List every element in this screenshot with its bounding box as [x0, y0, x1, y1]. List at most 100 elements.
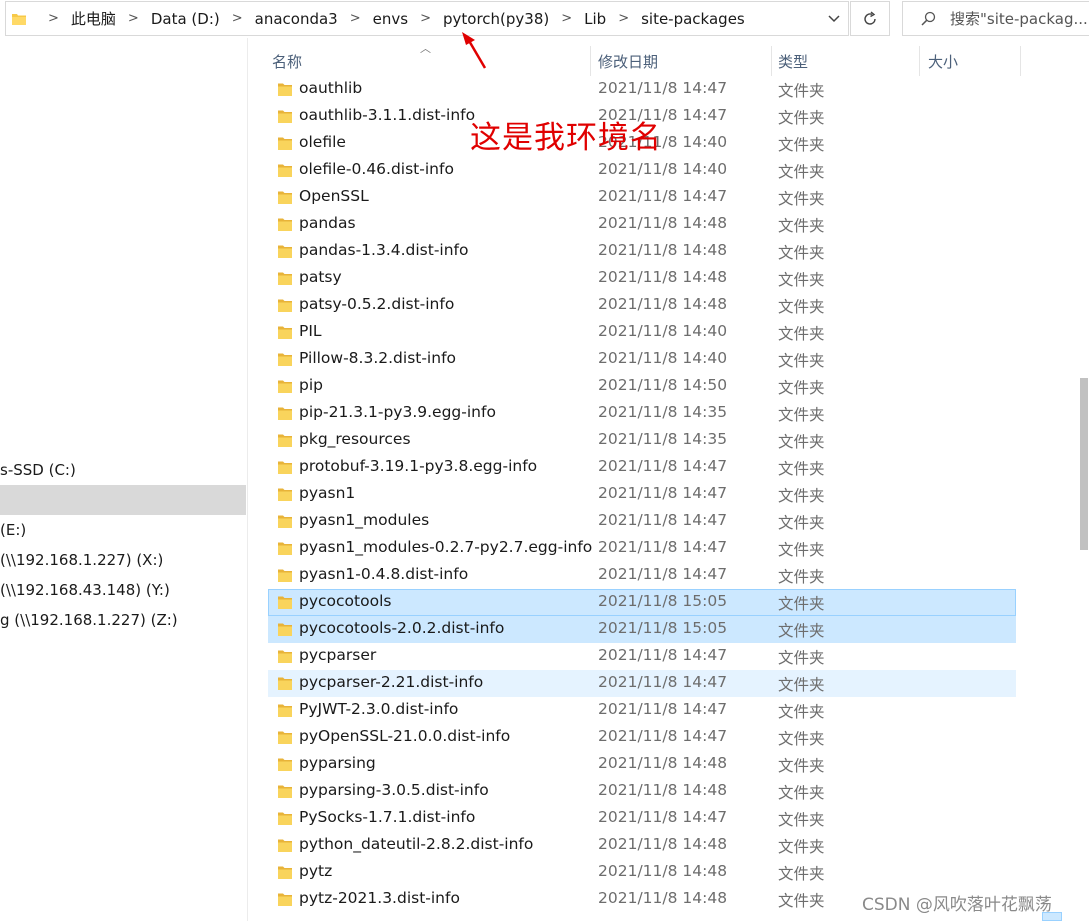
file-row[interactable]: pyOpenSSL-21.0.0.dist-info 2021/11/8 14:4… [268, 724, 1016, 751]
breadcrumb-separator-icon[interactable]: > [350, 11, 361, 26]
file-row[interactable]: OpenSSL 2021/11/8 14:47 文件夹 [268, 184, 1016, 211]
file-row[interactable]: PySocks-1.7.1.dist-info 2021/11/8 14:47 文件… [268, 805, 1016, 832]
breadcrumb-item[interactable]: site-packages [641, 10, 745, 28]
file-name: patsy [299, 268, 342, 286]
breadcrumb-item[interactable]: Data (D:) [151, 10, 220, 28]
file-date: 2021/11/8 14:48 [598, 835, 728, 853]
breadcrumb-item[interactable]: envs [373, 10, 408, 28]
vertical-scrollbar[interactable] [1078, 38, 1089, 921]
file-date: 2021/11/8 14:47 [598, 700, 728, 718]
file-row[interactable]: python_dateutil-2.8.2.dist-info 2021/11/8… [268, 832, 1016, 859]
file-row[interactable]: pycparser 2021/11/8 14:47 文件夹 [268, 643, 1016, 670]
nav-item-drive-z[interactable]: g (\\192.168.1.227) (Z:) [0, 605, 246, 635]
file-name: pyasn1-0.4.8.dist-info [299, 565, 469, 583]
file-date: 2021/11/8 14:47 [598, 727, 728, 745]
file-row[interactable]: pyasn1_modules 2021/11/8 14:47 文件夹 [268, 508, 1016, 535]
refresh-button[interactable] [850, 1, 890, 36]
annotation-text: 这是我环境名 [470, 120, 662, 156]
breadcrumb-item[interactable]: 此电脑 [71, 8, 116, 29]
file-type: 文件夹 [778, 109, 825, 127]
folder-icon [278, 110, 292, 123]
file-row[interactable]: pandas 2021/11/8 14:48 文件夹 [268, 211, 1016, 238]
file-row[interactable]: patsy 2021/11/8 14:48 文件夹 [268, 265, 1016, 292]
file-name: pyOpenSSL-21.0.0.dist-info [299, 727, 511, 745]
nav-item-drive-x[interactable]: (\\192.168.1.227) (X:) [0, 545, 246, 575]
file-row[interactable]: pycocotools 2021/11/8 15:05 文件夹 [268, 589, 1016, 616]
file-date: 2021/11/8 14:40 [598, 160, 728, 178]
breadcrumb-item[interactable]: pytorch(py38) [443, 10, 549, 28]
sort-up-icon: ︿ [420, 42, 431, 55]
file-row[interactable]: oauthlib 2021/11/8 14:47 文件夹 [268, 76, 1016, 103]
file-type: 文件夹 [778, 460, 825, 478]
file-row[interactable]: PyJWT-2.3.0.dist-info 2021/11/8 14:47 文件夹 [268, 697, 1016, 724]
file-type: 文件夹 [778, 703, 825, 721]
file-row[interactable]: pycocotools-2.0.2.dist-info 2021/11/8 15:… [268, 616, 1016, 643]
file-name: olefile [299, 133, 346, 151]
file-date: 2021/11/8 14:48 [598, 214, 728, 232]
file-row[interactable]: PIL 2021/11/8 14:40 文件夹 [268, 319, 1016, 346]
file-date: 2021/11/8 14:40 [598, 322, 728, 340]
file-type: 文件夹 [778, 568, 825, 586]
column-divider[interactable] [919, 46, 920, 76]
file-date: 2021/11/8 15:05 [598, 592, 728, 610]
breadcrumb-separator-icon[interactable]: > [128, 11, 139, 26]
file-row[interactable]: pyparsing-3.0.5.dist-info 2021/11/8 14:48… [268, 778, 1016, 805]
file-row[interactable]: patsy-0.5.2.dist-info 2021/11/8 14:48 文件夹 [268, 292, 1016, 319]
file-type: 文件夹 [778, 784, 825, 802]
column-header-name[interactable]: 名称 [272, 46, 302, 76]
file-row[interactable]: pyparsing 2021/11/8 14:48 文件夹 [268, 751, 1016, 778]
file-date: 2021/11/8 14:35 [598, 430, 728, 448]
file-type: 文件夹 [778, 622, 825, 640]
file-row[interactable]: olefile-0.46.dist-info 2021/11/8 14:40 文件夹 [268, 157, 1016, 184]
nav-item-selected[interactable] [0, 485, 246, 515]
breadcrumb-item[interactable]: anaconda3 [255, 10, 338, 28]
breadcrumb-item[interactable]: Lib [584, 10, 606, 28]
file-row[interactable]: protobuf-3.19.1-py3.8.egg-info 2021/11/8 … [268, 454, 1016, 481]
column-divider[interactable] [590, 46, 591, 76]
column-divider[interactable] [1020, 46, 1021, 76]
folder-icon [278, 488, 292, 501]
breadcrumb-separator-icon[interactable]: > [48, 11, 59, 26]
column-header-size[interactable]: 大小 [928, 46, 958, 76]
column-header-date[interactable]: 修改日期 [598, 46, 658, 76]
folder-icon [278, 596, 292, 609]
file-name: pip-21.3.1-py3.9.egg-info [299, 403, 496, 421]
file-row[interactable]: pycparser-2.21.dist-info 2021/11/8 14:47 文… [268, 670, 1016, 697]
address-bar[interactable]: > 此电脑 > Data (D:) > anaconda3 > envs > pytorch(py… [5, 1, 849, 36]
file-row[interactable]: pandas-1.3.4.dist-info 2021/11/8 14:48 文件夹 [268, 238, 1016, 265]
file-row[interactable]: Pillow-8.3.2.dist-info 2021/11/8 14:40 文件夹 [268, 346, 1016, 373]
folder-icon [278, 191, 292, 204]
file-row[interactable]: pyasn1-0.4.8.dist-info 2021/11/8 14:47 文件夹 [268, 562, 1016, 589]
pane-divider[interactable] [247, 38, 248, 921]
file-row[interactable]: pip-21.3.1-py3.9.egg-info 2021/11/8 14:35… [268, 400, 1016, 427]
file-row[interactable]: pkg_resources 2021/11/8 14:35 文件夹 [268, 427, 1016, 454]
file-date: 2021/11/8 14:35 [598, 403, 728, 421]
scrollbar-thumb[interactable] [1080, 378, 1088, 550]
column-header-type[interactable]: 类型 [778, 46, 808, 76]
folder-icon [278, 623, 292, 636]
folder-icon [278, 299, 292, 312]
breadcrumb-separator-icon[interactable]: > [420, 11, 431, 26]
file-type: 文件夹 [778, 271, 825, 289]
folder-icon [278, 218, 292, 231]
file-row[interactable]: pytz 2021/11/8 14:48 文件夹 [268, 859, 1016, 886]
breadcrumb-separator-icon[interactable]: > [232, 11, 243, 26]
search-box[interactable]: 搜索"site-packag... [902, 1, 1089, 36]
file-name: pip [299, 376, 323, 394]
folder-icon [278, 272, 292, 285]
breadcrumb-separator-icon[interactable]: > [618, 11, 629, 26]
file-name: protobuf-3.19.1-py3.8.egg-info [299, 457, 538, 475]
nav-item-drive-c[interactable]: s-SSD (C:) [0, 455, 246, 485]
nav-item-drive-y[interactable]: (\\192.168.43.148) (Y:) [0, 575, 246, 605]
breadcrumb-separator-icon[interactable]: > [561, 11, 572, 26]
nav-item-drive-e[interactable]: (E:) [0, 515, 246, 545]
file-name: pyparsing [299, 754, 376, 772]
file-row[interactable]: pyasn1_modules-0.2.7-py2.7.egg-info 2021/… [268, 535, 1016, 562]
column-divider[interactable] [771, 46, 772, 76]
file-type: 文件夹 [778, 595, 825, 613]
file-type: 文件夹 [778, 190, 825, 208]
file-name: patsy-0.5.2.dist-info [299, 295, 455, 313]
file-row[interactable]: pyasn1 2021/11/8 14:47 文件夹 [268, 481, 1016, 508]
file-row[interactable]: pip 2021/11/8 14:50 文件夹 [268, 373, 1016, 400]
address-dropdown-button[interactable] [818, 1, 849, 36]
